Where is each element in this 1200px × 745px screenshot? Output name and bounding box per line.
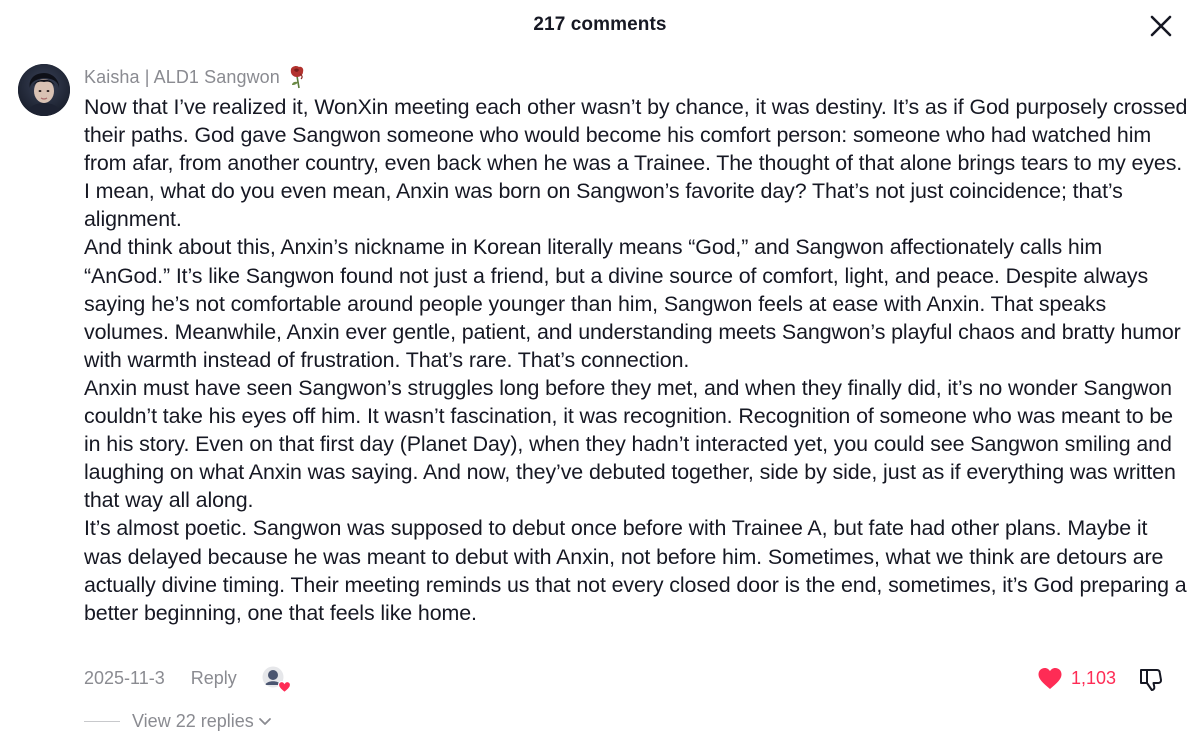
view-replies-label[interactable]: View 22 replies	[132, 711, 254, 732]
heart-icon	[1038, 667, 1062, 689]
like-button[interactable]: 1,103	[1037, 664, 1116, 692]
dislike-button[interactable]	[1138, 666, 1164, 692]
comment-date: 2025-11-3	[84, 667, 165, 688]
view-replies-button[interactable]: View 22 replies	[84, 708, 272, 734]
comment-paragraph-4: It’s almost poetic. Sangwon was supposed…	[84, 516, 1187, 625]
author-name[interactable]: Kaisha | ALD1 Sangwon	[84, 64, 280, 90]
close-button[interactable]	[1148, 13, 1174, 39]
comment-author[interactable]: Kaisha | ALD1 Sangwon	[84, 64, 1190, 90]
comments-count-title: 217 comments	[533, 14, 667, 35]
comment-meta: 2025-11-3 Reply 1,103	[84, 664, 1184, 693]
reply-button[interactable]: Reply	[191, 668, 237, 689]
heart-badge-icon	[277, 681, 291, 693]
thumbs-down-icon	[1140, 669, 1163, 691]
comment-paragraph-2: And think about this, Anxin’s nickname i…	[84, 235, 1181, 372]
comment-text: Now that I’ve realized it, WonXin meetin…	[84, 93, 1190, 627]
creator-liked-avatar	[261, 665, 291, 693]
like-count: 1,103	[1070, 667, 1116, 688]
close-icon	[1150, 15, 1172, 37]
comment-paragraph-1: Now that I’ve realized it, WonXin meetin…	[84, 95, 1188, 232]
replies-divider	[84, 720, 120, 722]
comment-paragraph-3: Anxin must have seen Sangwon’s struggles…	[84, 375, 1176, 513]
avatar[interactable]	[18, 64, 70, 116]
wilted-rose-icon	[290, 65, 304, 89]
chevron-down-icon	[258, 718, 271, 725]
comment-body: Kaisha | ALD1 Sangwon Now that I’ve real…	[84, 64, 1190, 627]
comments-header: 217 comments	[0, 0, 1200, 52]
